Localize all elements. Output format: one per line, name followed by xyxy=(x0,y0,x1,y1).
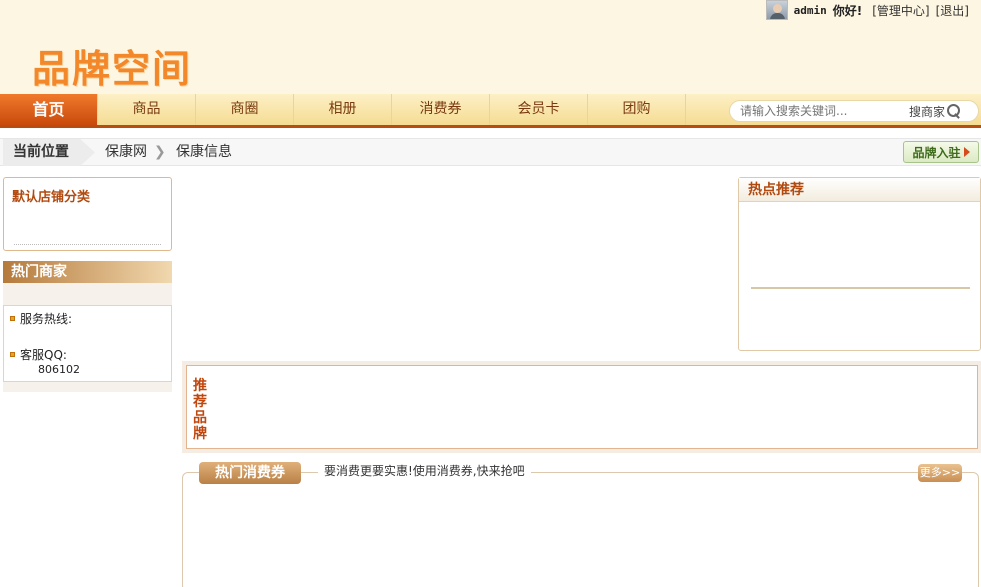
nav-item-group-buy[interactable]: 团购 xyxy=(588,94,686,125)
hot-coupons-box xyxy=(182,472,979,587)
search-icon xyxy=(947,104,961,118)
greeting: 你好! xyxy=(832,3,863,18)
service-hotline-label: 服务热线: xyxy=(20,312,73,326)
more-coupons-button[interactable]: 更多>> xyxy=(918,464,962,482)
qq-label: 客服QQ: xyxy=(20,348,67,362)
hot-merchants-title: 热门商家 xyxy=(3,261,172,283)
arrow-right-icon xyxy=(963,147,970,157)
recommended-brands-section: 推荐品牌 xyxy=(182,361,981,453)
store-category-box: 默认店铺分类 xyxy=(3,177,172,251)
recommended-brands-title: 推荐品牌 xyxy=(193,378,207,442)
nav-item-member-card[interactable]: 会员卡 xyxy=(490,94,588,125)
logout-link[interactable]: [退出] xyxy=(936,2,969,19)
nav-item-album[interactable]: 相册 xyxy=(294,94,392,125)
search-input[interactable] xyxy=(730,104,905,118)
bullet-icon xyxy=(10,352,15,357)
username: admin xyxy=(793,3,827,17)
divider xyxy=(14,244,161,245)
user-avatar xyxy=(765,0,788,20)
breadcrumb-item-home[interactable]: 保康网 xyxy=(105,139,147,166)
breadcrumb: 当前位置 保康网 ❯ 保康信息 品牌入驻 xyxy=(0,138,981,166)
nav-item-coupons[interactable]: 消费券 xyxy=(392,94,490,125)
qq-row: 客服QQ: xyxy=(10,346,67,363)
bullet-icon xyxy=(10,316,15,321)
brand-entry-label: 品牌入驻 xyxy=(912,145,961,160)
hot-coupons-title: 热门消费券 xyxy=(199,462,301,484)
site-logo[interactable]: 品牌空间 xyxy=(32,38,192,93)
hot-recommend-title: 热点推荐 xyxy=(739,178,980,202)
brand-entry-button[interactable]: 品牌入驻 xyxy=(903,141,979,163)
main-nav: 首页 商品 商圈 相册 消费券 会员卡 团购 搜商家 xyxy=(0,94,981,128)
breadcrumb-head: 当前位置 xyxy=(3,139,95,166)
store-category-title: 默认店铺分类 xyxy=(12,190,91,205)
hot-recommend-box: 热点推荐 xyxy=(738,177,981,351)
search-box: 搜商家 xyxy=(729,100,979,122)
divider xyxy=(751,287,970,289)
search-button-label: 搜商家 xyxy=(909,104,946,119)
user-info: admin 你好! [管理中心] [退出] xyxy=(765,0,969,20)
sidebar-footer xyxy=(3,382,172,392)
recommended-brands-box: 推荐品牌 xyxy=(186,365,978,449)
nav-item-home[interactable]: 首页 xyxy=(0,94,98,125)
qq-value[interactable]: 806102 xyxy=(38,363,80,376)
site-header: 品牌空间 xyxy=(0,22,981,94)
nav-item-products[interactable]: 商品 xyxy=(98,94,196,125)
customer-service-box: 服务热线: 客服QQ: 806102 xyxy=(3,305,172,382)
hot-merchants-list xyxy=(3,283,172,305)
breadcrumb-item-current: 保康信息 xyxy=(176,144,232,160)
admin-center-link[interactable]: [管理中心] xyxy=(872,2,929,19)
top-user-bar: admin 你好! [管理中心] [退出] xyxy=(0,0,981,22)
chevron-right-icon: ❯ xyxy=(154,144,166,160)
service-hotline-row: 服务热线: xyxy=(10,310,72,327)
nav-item-business-district[interactable]: 商圈 xyxy=(196,94,294,125)
hot-coupons-slogan: 要消费更要实惠!使用消费券,快来抢吧 xyxy=(318,462,531,480)
search-merchants-button[interactable]: 搜商家 xyxy=(909,103,961,120)
